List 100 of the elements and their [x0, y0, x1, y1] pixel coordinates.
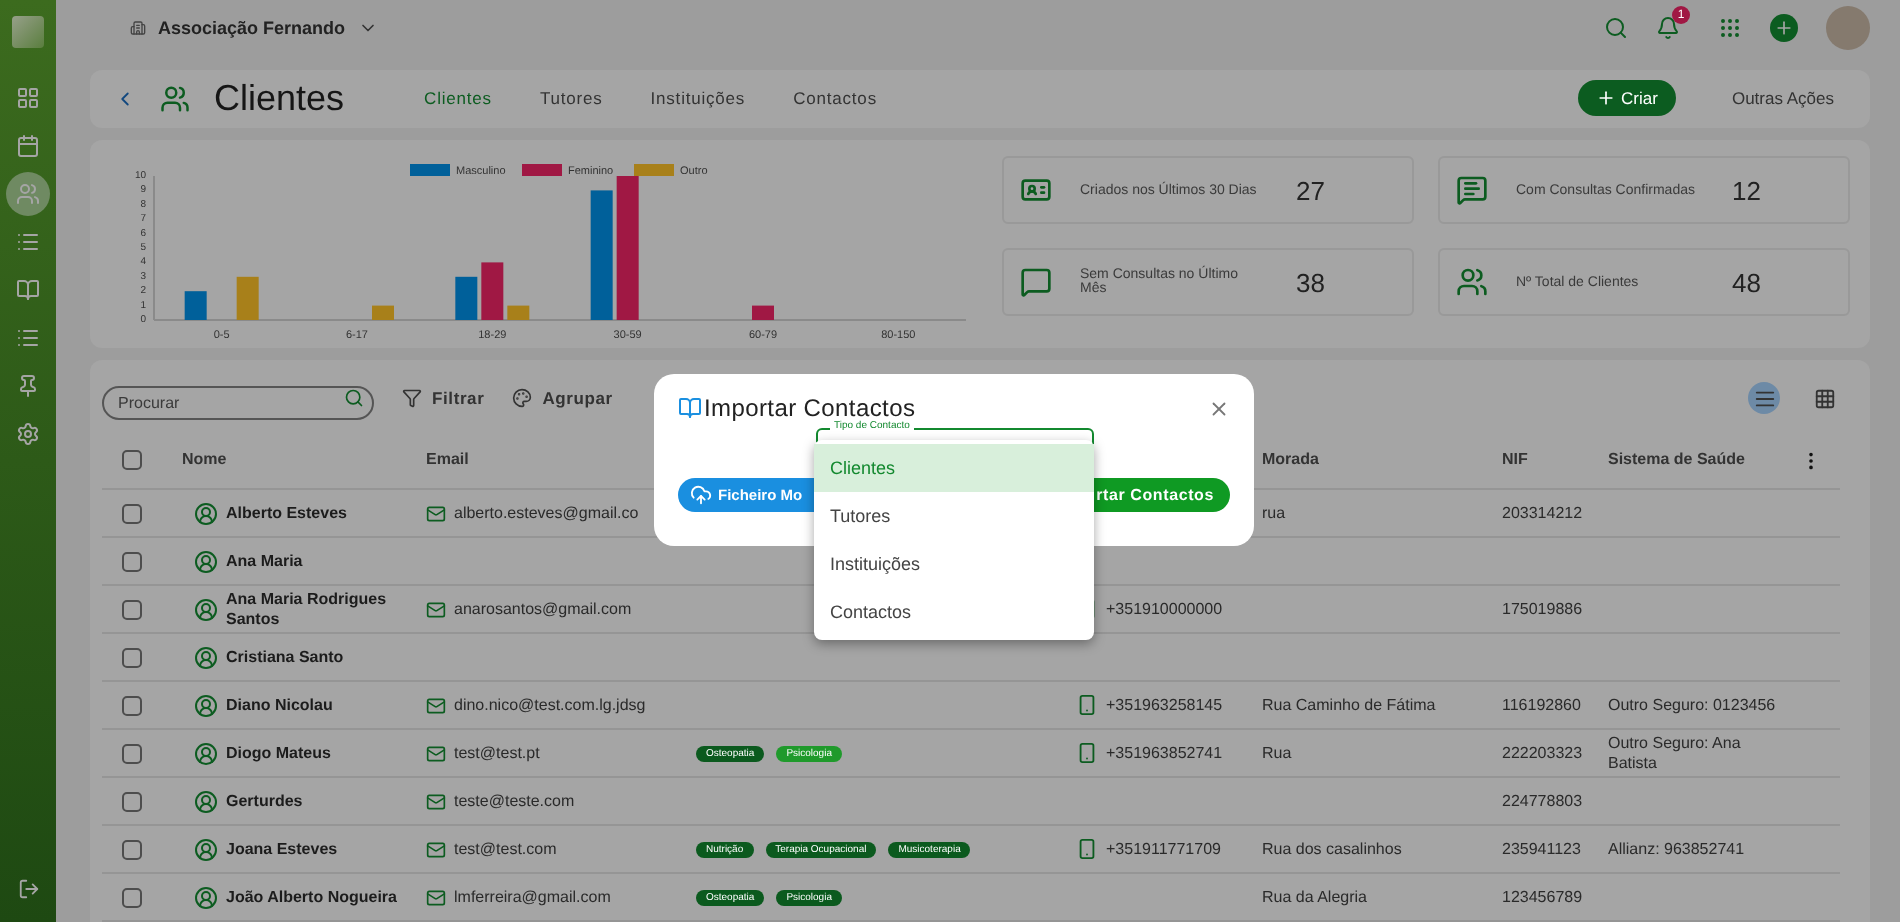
tab[interactable]: Instituições: [638, 88, 758, 109]
client-name: Diano Nicolau: [226, 695, 333, 715]
search-icon: [344, 387, 364, 407]
palette-icon: [512, 388, 533, 408]
nif-text: 224778803: [1502, 791, 1585, 811]
close-icon: [1208, 397, 1230, 419]
organization-selector[interactable]: Associação Fernando: [130, 18, 378, 39]
column-header: NIF: [1502, 450, 1530, 470]
user-icon: [194, 501, 218, 525]
search-field[interactable]: Procurar: [102, 385, 374, 419]
view-toggle[interactable]: [1748, 382, 1780, 414]
column-header: Email: [426, 450, 471, 470]
row-checkbox[interactable]: [122, 839, 142, 859]
tab[interactable]: Clientes: [412, 88, 504, 109]
tab[interactable]: Tutores: [527, 88, 615, 109]
cloud-upload-icon: [690, 484, 712, 506]
chat-bubble-icon: [1020, 266, 1052, 298]
chart-bar: [590, 190, 613, 320]
email-text: lmferreira@gmail.com: [454, 887, 613, 907]
dashboard-icon: [16, 86, 40, 110]
filter-button[interactable]: Filtrar: [402, 388, 485, 408]
nif-text: 123456789: [1502, 887, 1585, 907]
mail-icon: [426, 839, 446, 859]
row-checkbox[interactable]: [122, 647, 142, 667]
row-checkbox[interactable]: [122, 503, 142, 523]
stat-value: 12: [1732, 175, 1763, 205]
id-card-icon: [1020, 174, 1052, 206]
chart-bar: [481, 262, 504, 320]
email-text: test@test.com: [454, 839, 559, 859]
apps-button[interactable]: [1718, 16, 1742, 41]
search-button[interactable]: [1604, 16, 1628, 41]
email-text: alberto.esteves@gmail.co: [454, 503, 641, 523]
phone-text: +351910000000: [1106, 599, 1225, 619]
nif-text: 222203323: [1502, 743, 1585, 763]
user-icon: [194, 645, 218, 669]
grid-icon: [1813, 387, 1835, 409]
user-icon: [194, 549, 218, 573]
tab[interactable]: Contactos: [781, 88, 889, 109]
settings-icon: [16, 422, 40, 446]
address-text: rua: [1262, 503, 1288, 523]
dropdown-option[interactable]: Clientes: [814, 444, 1094, 492]
message-icon: [1456, 174, 1488, 206]
dropdown-option[interactable]: Contactos: [814, 588, 1094, 636]
sidebar-item[interactable]: [6, 172, 50, 216]
chart-bar: [184, 291, 207, 320]
address-text: Rua: [1262, 743, 1294, 763]
more-actions-button[interactable]: Outras Ações: [1719, 86, 1846, 111]
user-icon: [194, 837, 218, 861]
logo: [12, 16, 44, 48]
phone-text: +351963258145: [1106, 695, 1225, 715]
client-name: Ana Maria Rodrigues Santos: [226, 589, 389, 629]
apps-grid-icon: [1718, 16, 1742, 41]
user-icon: [194, 741, 218, 765]
chart-bar: [372, 305, 394, 320]
address-text: Rua Caminho de Fátima: [1262, 695, 1438, 715]
search-icon: [1604, 16, 1628, 41]
phone-icon: [1076, 838, 1098, 860]
user-icon: [194, 597, 218, 621]
list-icon: [1753, 387, 1775, 409]
people-icon: [16, 182, 40, 206]
address-text: Rua da Alegria: [1262, 887, 1369, 907]
user-icon: [194, 885, 218, 909]
bell-icon: [1656, 16, 1680, 41]
client-name: Gerturdes: [226, 791, 303, 811]
close-button[interactable]: [1208, 397, 1230, 419]
mail-icon: [426, 887, 446, 907]
client-name: Cristiana Santo: [226, 647, 344, 667]
people-icon: [160, 83, 190, 114]
health-system-text: Outro Seguro: 0123456: [1608, 695, 1778, 715]
calendar-icon: [16, 134, 40, 158]
column-header: Morada: [1262, 450, 1321, 470]
row-checkbox[interactable]: [122, 695, 142, 715]
stat-value: 48: [1732, 267, 1763, 297]
nif-text: 175019886: [1502, 599, 1585, 619]
chart-bar: [507, 305, 530, 320]
row-checkbox[interactable]: [122, 887, 142, 907]
select-all-checkbox[interactable]: [122, 450, 142, 470]
filter-icon: [402, 388, 422, 408]
add-button[interactable]: [1770, 14, 1798, 43]
stat-value: 27: [1296, 175, 1327, 205]
nif-text: 116192860: [1502, 695, 1583, 715]
row-checkbox[interactable]: [122, 743, 142, 763]
phone-icon: [1076, 694, 1098, 716]
email-text: anarosantos@gmail.com: [454, 599, 634, 619]
create-button[interactable]: Criar: [1577, 80, 1676, 117]
user-icon: [194, 789, 218, 813]
dropdown-option[interactable]: Instituições: [814, 540, 1094, 588]
column-header: Nome: [182, 450, 229, 470]
client-name: Diogo Mateus: [226, 743, 331, 763]
stat-value: 38: [1296, 267, 1327, 297]
row-checkbox[interactable]: [122, 599, 142, 619]
row-checkbox[interactable]: [122, 791, 142, 811]
mail-icon: [426, 599, 446, 619]
client-name: Alberto Esteves: [226, 503, 347, 523]
group-button[interactable]: Agrupar: [512, 388, 613, 408]
phone-text: +351963852741: [1106, 743, 1225, 763]
row-checkbox[interactable]: [122, 551, 142, 571]
page-title: Clientes: [214, 77, 345, 120]
plus-icon: [1595, 88, 1616, 109]
nif-text: 203314212: [1502, 503, 1585, 523]
